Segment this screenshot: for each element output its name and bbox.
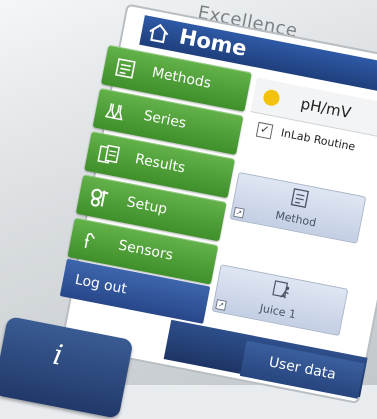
menu-item-label: Setup (125, 194, 169, 218)
methods-icon (115, 58, 136, 79)
menu-item-label: Methods (150, 64, 213, 92)
results-icon (97, 144, 121, 164)
logout-label: Log out (73, 271, 129, 298)
menu-item-label: Sensors (116, 237, 175, 264)
corner-arrow-icon: ↗ (233, 206, 245, 219)
status-indicator-icon (262, 88, 281, 108)
info-icon: i (50, 337, 66, 372)
setup-icon (90, 188, 109, 207)
sensors-icon (84, 233, 96, 249)
measurement-mode: pH/mV (299, 94, 353, 123)
series-icon (104, 103, 123, 121)
user-data-label: User data (267, 354, 338, 383)
menu-item-label: Series (142, 107, 188, 132)
runner-icon (272, 280, 290, 299)
menu-item-label: Results (133, 151, 187, 177)
touch-screen: Home Methods Series Results Setup Sensor… (59, 5, 377, 402)
method-shortcut-icon (290, 188, 310, 209)
checkbox-icon[interactable]: ✓ (255, 121, 274, 140)
corner-arrow-icon: ↗ (215, 299, 227, 311)
home-icon[interactable] (146, 21, 171, 45)
